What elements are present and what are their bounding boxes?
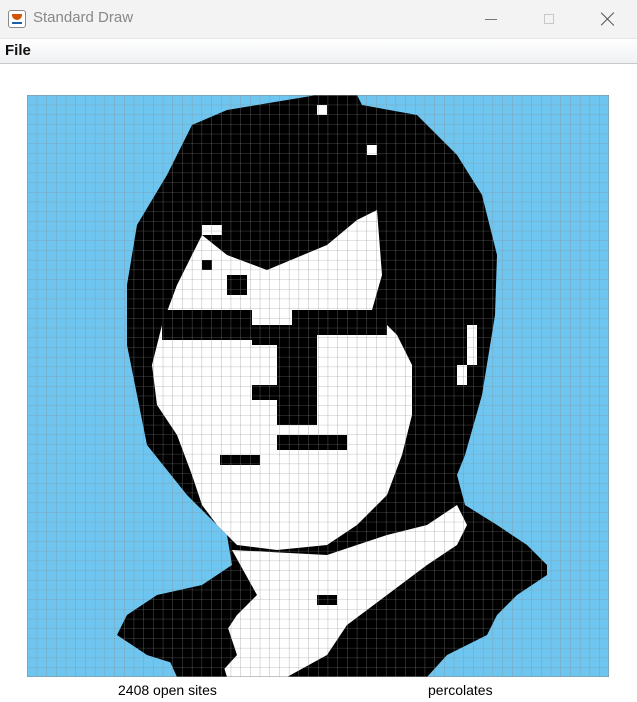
percolation-grid <box>27 95 609 677</box>
window-title: Standard Draw <box>33 9 134 26</box>
maximize-button[interactable] <box>520 0 578 38</box>
menu-file[interactable]: File <box>5 42 31 59</box>
close-icon <box>601 12 615 26</box>
open-sites-count: 2408 open sites <box>118 682 217 698</box>
minimize-button[interactable] <box>462 0 520 38</box>
maximize-icon <box>544 14 554 24</box>
percolation-canvas <box>27 95 609 677</box>
title-bar: Standard Draw <box>0 0 637 39</box>
grid-lines <box>27 95 609 677</box>
java-cup-icon <box>8 10 26 28</box>
menu-bar: File <box>0 39 637 64</box>
close-button[interactable] <box>579 0 637 38</box>
percolation-status: percolates <box>428 682 493 698</box>
minimize-icon <box>485 18 497 20</box>
